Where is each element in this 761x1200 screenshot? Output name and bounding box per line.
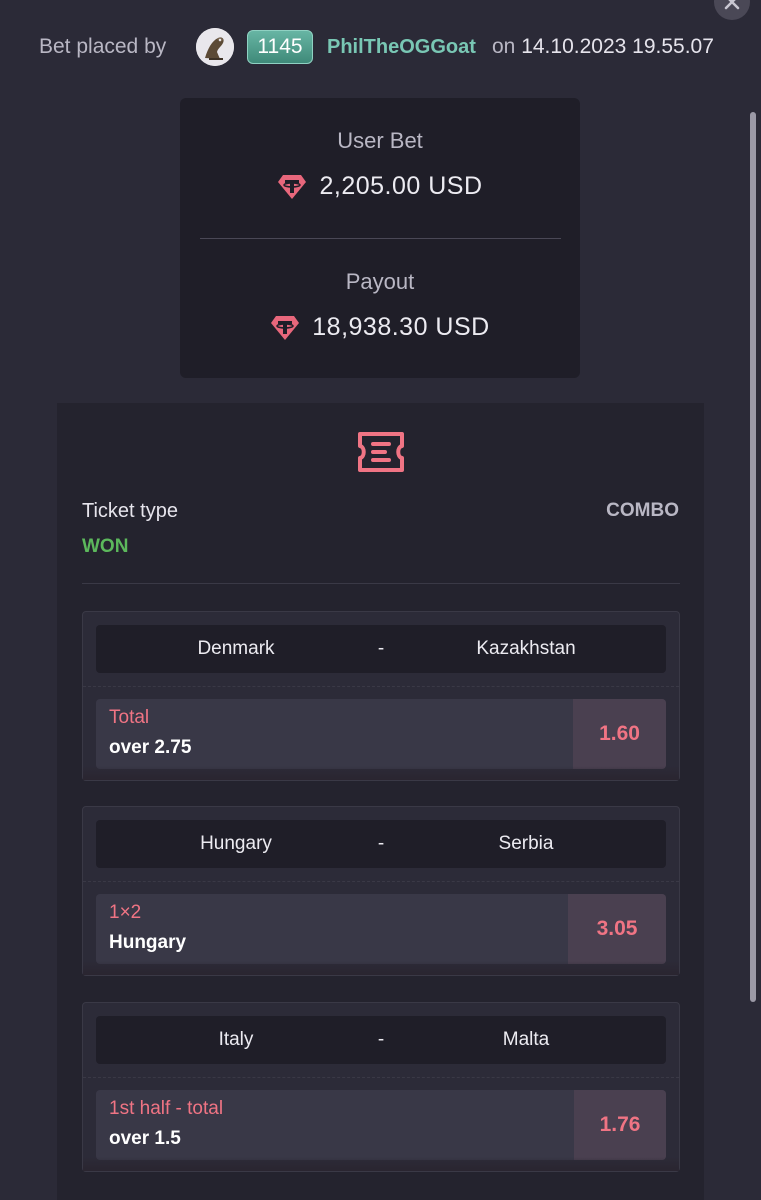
scrollbar-thumb[interactable]: [750, 112, 756, 1002]
placed-by-label: Bet placed by: [39, 35, 167, 58]
datetime-line: on 14.10.2023 19.55.07: [492, 35, 714, 59]
username-link[interactable]: PhilTheOGGoat: [327, 36, 476, 59]
ticket-type-label: Ticket type: [82, 500, 178, 522]
odds-badge: 1.60: [573, 699, 666, 769]
odds-value: 1.76: [599, 1113, 641, 1136]
away-team: Serbia: [498, 833, 554, 854]
card-divider: [83, 881, 679, 882]
away-team: Kazakhstan: [476, 638, 576, 659]
user-bet-label: User Bet: [337, 128, 423, 153]
odds-value: 3.05: [596, 917, 638, 940]
bet-card: Italy - Malta 1st half - total over 1.5 …: [82, 1002, 680, 1172]
on-label: on: [492, 35, 516, 58]
card-divider: [83, 686, 679, 687]
home-team: Italy: [218, 1029, 254, 1050]
market-name: Total: [109, 707, 150, 728]
odds-value: 1.60: [599, 722, 640, 745]
avatar[interactable]: [196, 28, 234, 66]
payout-block: Payout 18,938.30 USD: [180, 269, 580, 342]
home-team: Denmark: [197, 638, 275, 659]
selection-value: over 1.5: [109, 1128, 181, 1149]
summary-divider: [200, 238, 561, 239]
user-bet-block: User Bet 2,205.00 USD: [180, 128, 580, 201]
card-fade: [83, 961, 679, 975]
close-button[interactable]: [714, 0, 750, 20]
card-fade: [83, 766, 679, 780]
selection-box: 1st half - total over 1.5 1.76: [96, 1090, 666, 1160]
user-bet-amount: 2,205.00 USD: [319, 172, 483, 200]
selection-value: over 2.75: [109, 737, 192, 758]
away-team: Malta: [502, 1029, 550, 1050]
ticket-icon: [357, 430, 405, 479]
bet-datetime: 14.10.2023 19.55.07: [521, 35, 714, 58]
close-icon: [724, 0, 740, 10]
match-bar: Denmark - Kazakhstan: [96, 625, 666, 673]
match-separator: -: [377, 638, 385, 659]
odds-badge: 1.76: [574, 1090, 666, 1160]
tether-icon: [271, 315, 300, 340]
ticket-type-value: COMBO: [606, 500, 679, 521]
home-team: Hungary: [200, 833, 272, 854]
market-name: 1st half - total: [109, 1098, 224, 1119]
match-separator: -: [377, 833, 385, 854]
match-bar: Italy - Malta: [96, 1016, 666, 1064]
selection-value: Hungary: [109, 932, 187, 953]
selection-box: 1×2 Hungary 3.05: [96, 894, 666, 964]
bet-card: Hungary - Serbia 1×2 Hungary 3.05: [82, 806, 680, 976]
user-bet-amount-row: 2,205.00 USD: [180, 172, 580, 201]
tether-icon: [278, 174, 307, 199]
ticket-panel: Ticket type COMBO WON Denmark - Kazakhst…: [57, 403, 704, 1200]
card-divider: [83, 1077, 679, 1078]
bet-summary-card: User Bet 2,205.00 USD Payout 18,938.30 U…: [180, 98, 580, 378]
user-level: 1145: [257, 35, 303, 58]
bet-placed-header: Bet placed by 1145 PhilTheOGGoat on 14.1…: [0, 28, 761, 66]
user-level-badge: 1145: [247, 30, 313, 64]
payout-label: Payout: [345, 269, 415, 294]
match-bar: Hungary - Serbia: [96, 820, 666, 868]
odds-badge: 3.05: [568, 894, 666, 964]
payout-amount-row: 18,938.30 USD: [180, 313, 580, 342]
payout-amount: 18,938.30 USD: [312, 313, 490, 341]
bet-card: Denmark - Kazakhstan Total over 2.75 1.6…: [82, 611, 680, 781]
market-name: 1×2: [109, 902, 142, 923]
user-avatar-icon: [196, 28, 234, 66]
card-fade: [83, 1157, 679, 1171]
match-separator: -: [377, 1029, 385, 1050]
selection-box: Total over 2.75 1.60: [96, 699, 666, 769]
ticket-divider: [82, 583, 680, 584]
ticket-status-badge: WON: [82, 536, 129, 557]
